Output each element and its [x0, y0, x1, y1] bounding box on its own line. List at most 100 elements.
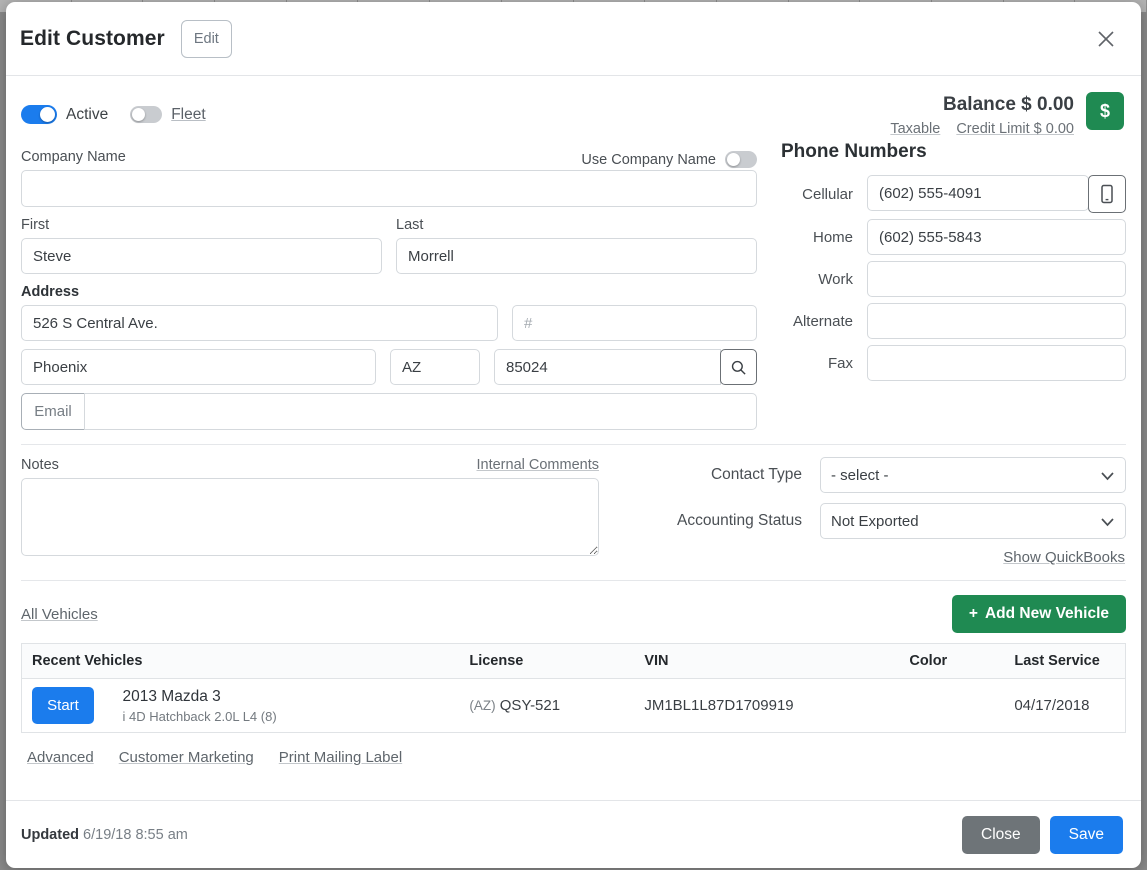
phone-input-home[interactable] [867, 219, 1126, 255]
active-toggle-group: Active [21, 92, 108, 137]
edit-button[interactable]: Edit [180, 19, 232, 58]
edit-customer-dialog: Edit Customer Edit Active Fleet Balance … [6, 2, 1141, 868]
balance-block: Balance $ 0.00 Taxable Credit Limit $ 0.… [890, 92, 1126, 137]
address-line-2-row [21, 349, 757, 385]
notes-label: Notes [21, 457, 59, 473]
close-icon[interactable] [1089, 22, 1123, 56]
dialog-body: Active Fleet Balance $ 0.00 Taxable Cred… [6, 76, 1141, 800]
phone-label-fax: Fax [827, 354, 853, 372]
active-label: Active [66, 105, 109, 123]
updated-value: 6/19/18 8:55 am [83, 826, 188, 843]
column-last-service: Last Service [1008, 643, 1126, 679]
column-vin: VIN [638, 643, 904, 679]
customer-details-column: Company Name Use Company Name First Last [21, 137, 769, 430]
use-company-name-toggle[interactable] [725, 151, 757, 168]
main-columns: Company Name Use Company Name First Last [21, 137, 1126, 430]
phone-label-cellular: Cellular [802, 185, 853, 203]
vehicle-color [903, 679, 1008, 733]
fleet-toggle[interactable] [130, 106, 163, 123]
last-name-input[interactable] [396, 238, 757, 274]
fleet-label[interactable]: Fleet [171, 106, 205, 124]
dialog-footer: Updated 6/19/18 8:55 am Close Save [6, 800, 1141, 868]
city-input[interactable] [21, 349, 376, 385]
contact-type-select[interactable]: - select - [820, 457, 1126, 493]
notes-textarea[interactable] [21, 478, 599, 556]
all-vehicles-link[interactable]: All Vehicles [21, 606, 98, 623]
email-button[interactable]: Email [21, 393, 85, 430]
updated-timestamp: Updated 6/19/18 8:55 am [21, 827, 188, 843]
internal-comments-link[interactable]: Internal Comments [477, 457, 600, 473]
vehicles-header: All Vehicles + Add New Vehicle [21, 595, 1126, 633]
phone-input-work[interactable] [867, 261, 1126, 297]
accounting-status-label: Accounting Status [677, 512, 802, 529]
save-button[interactable]: Save [1049, 815, 1123, 854]
vehicle-vin: JM1BL1L87D1709919 [644, 697, 794, 714]
taxable-link[interactable]: Taxable [890, 121, 940, 137]
phone-numbers-title: Phone Numbers [781, 141, 927, 162]
options-column: Contact Type - select - Accounting Statu… [599, 457, 1126, 566]
start-button[interactable]: Start [32, 687, 94, 724]
contact-type-label: Contact Type [710, 466, 802, 483]
column-recent-vehicles: Recent Vehicles [21, 643, 464, 679]
street-input[interactable] [21, 305, 498, 341]
accounting-status-select[interactable]: Not Exported [820, 503, 1126, 539]
phone-input-alternate[interactable] [867, 303, 1126, 339]
state-input[interactable] [390, 349, 480, 385]
phone-label-alternate: Alternate [792, 312, 853, 330]
phone-label-home: Home [812, 228, 853, 246]
email-input[interactable] [84, 393, 757, 430]
dollar-icon[interactable]: $ [1086, 92, 1124, 130]
address-label: Address [21, 284, 80, 300]
vehicle-trim: i 4D Hatchback 2.0L L4 (8) [122, 708, 277, 724]
credit-limit-link[interactable]: Credit Limit $ 0.00 [956, 121, 1074, 137]
add-new-vehicle-label: Add New Vehicle [984, 605, 1109, 622]
license-state: (AZ) [469, 698, 496, 713]
first-name-input[interactable] [21, 238, 382, 274]
print-mailing-label-link[interactable]: Print Mailing Label [279, 749, 402, 766]
phone-row-fax: Fax [781, 345, 1126, 381]
divider-2 [21, 580, 1126, 581]
notes-and-options-row: Notes Internal Comments Contact Type - s… [21, 445, 1126, 566]
use-company-name-label: Use Company Name [581, 151, 716, 168]
zip-input[interactable] [494, 349, 721, 385]
mobile-phone-icon[interactable] [1088, 175, 1126, 213]
fleet-toggle-group: Fleet [130, 92, 206, 137]
status-and-balance-row: Active Fleet Balance $ 0.00 Taxable Cred… [21, 76, 1126, 137]
phone-input-cellular[interactable] [867, 175, 1089, 211]
first-name-label: First [21, 217, 50, 233]
phone-row-alternate: Alternate [781, 303, 1126, 339]
phone-row-work: Work [781, 261, 1126, 297]
phone-row-home: Home [781, 219, 1126, 255]
last-name-label: Last [396, 217, 424, 233]
column-color: Color [903, 643, 1009, 679]
close-button[interactable]: Close [962, 815, 1040, 854]
vehicle-last-service: 04/17/2018 [1014, 697, 1090, 714]
active-toggle[interactable] [21, 105, 57, 124]
phone-label-work: Work [818, 270, 853, 288]
table-header-row: Recent Vehicles License VIN Color Last S… [21, 643, 1126, 679]
plus-icon: + [968, 605, 978, 622]
table-row[interactable]: Start 2013 Mazda 3 i 4D Hatchback 2.0L L… [22, 679, 1126, 733]
bottom-links: Advanced Customer Marketing Print Mailin… [21, 733, 1126, 766]
page-title: Edit Customer [20, 26, 165, 50]
company-name-input[interactable] [21, 170, 757, 207]
address-line-1-row [21, 305, 757, 341]
dialog-header: Edit Customer Edit [6, 2, 1141, 76]
contact-type-row: Contact Type - select - [619, 457, 1126, 493]
phone-numbers-column: Phone Numbers Cellular Hom [769, 137, 1126, 430]
balance-amount: Balance $ 0.00 [943, 94, 1074, 115]
license-plate: QSY-521 [499, 697, 561, 714]
notes-column: Notes Internal Comments [21, 457, 599, 566]
advanced-link[interactable]: Advanced [27, 749, 94, 766]
unit-input[interactable] [512, 305, 757, 341]
accounting-status-row: Accounting Status Not Exported [619, 503, 1126, 539]
add-new-vehicle-button[interactable]: + Add New Vehicle [951, 595, 1126, 633]
search-icon[interactable] [720, 349, 757, 385]
updated-prefix: Updated [21, 826, 79, 843]
recent-vehicles-table: Recent Vehicles License VIN Color Last S… [21, 643, 1126, 733]
column-license: License [463, 643, 639, 679]
email-row: Email [21, 393, 757, 430]
show-quickbooks-link[interactable]: Show QuickBooks [619, 549, 1126, 566]
phone-input-fax[interactable] [867, 345, 1126, 381]
customer-marketing-link[interactable]: Customer Marketing [119, 749, 254, 766]
